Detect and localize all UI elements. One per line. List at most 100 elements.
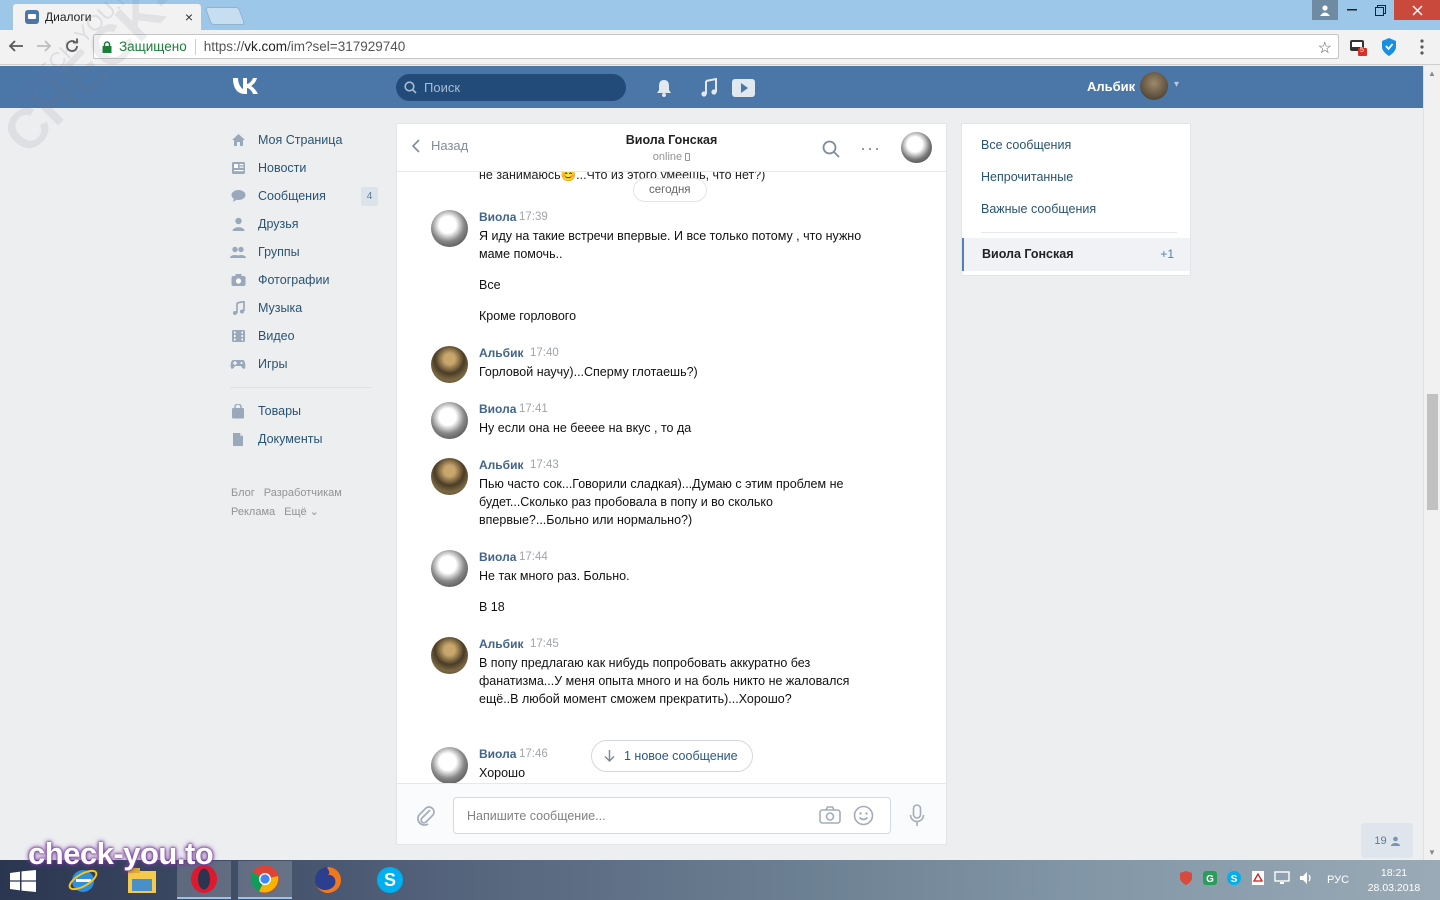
restore-icon[interactable] (1366, 0, 1394, 20)
window-close-icon[interactable] (1394, 0, 1440, 20)
message-line: Горловой научу)...Сперму глотаешь?) (479, 365, 698, 379)
message-time[interactable]: 17:44 (519, 551, 548, 563)
bookmark-star-icon[interactable]: ☆ (1318, 38, 1332, 58)
author-avatar[interactable] (431, 210, 468, 247)
windows-start-icon[interactable] (10, 870, 36, 892)
author-avatar[interactable] (431, 637, 468, 674)
sidebar-item-video[interactable]: Видео (230, 322, 380, 350)
extension-icon[interactable]: 5 (1349, 37, 1369, 57)
firefox-icon[interactable] (301, 861, 355, 899)
reload-icon[interactable] (64, 38, 82, 56)
search-input[interactable]: Поиск (396, 74, 626, 101)
scroll-up-icon[interactable]: ▲ (1428, 69, 1436, 78)
message-time[interactable]: 17:46 (519, 748, 548, 760)
online-friends-widget[interactable]: 19 (1361, 823, 1413, 858)
sidebar-item-my-page[interactable]: Моя Страница (230, 126, 380, 154)
extension-badge: 5 (1360, 47, 1364, 54)
chrome-icon[interactable] (238, 861, 292, 899)
dialog-search-icon[interactable] (822, 140, 840, 158)
message-time[interactable]: 17:41 (519, 403, 548, 415)
message-time[interactable]: 17:40 (530, 347, 559, 359)
message-history[interactable]: не занимаюсь😊...Что из этого умеешь, что… (397, 172, 946, 783)
footer-link-developers[interactable]: Разработчикам (264, 487, 342, 499)
windows-taskbar: S G S РУС 18:21 28.03.2018 (0, 860, 1440, 900)
scrollbar-thumb[interactable] (1427, 394, 1438, 510)
new-tab-button[interactable] (204, 7, 246, 25)
profile-icon[interactable] (1312, 0, 1338, 20)
more-actions-icon[interactable]: ··· (860, 138, 881, 159)
filter-unread[interactable]: Непрочитанные (981, 170, 1073, 184)
skype-tray-icon[interactable]: S (1226, 870, 1242, 886)
window-controls (1312, 0, 1440, 22)
sidebar-item-friends[interactable]: Друзья (230, 210, 380, 238)
sidebar-item-documents[interactable]: Документы (230, 425, 380, 453)
groups-icon (230, 244, 246, 260)
author-avatar[interactable] (431, 402, 468, 439)
volume-tray-icon[interactable] (1298, 870, 1314, 886)
play-icon[interactable] (732, 78, 755, 98)
author-avatar[interactable] (431, 346, 468, 383)
address-bar[interactable]: Защищено https://vk.com/im?sel=317929740… (93, 34, 1339, 59)
pdf-tray-icon[interactable] (1250, 870, 1266, 886)
sidebar-item-games[interactable]: Игры (230, 350, 380, 378)
bell-icon[interactable] (655, 78, 675, 98)
sidebar-item-messages[interactable]: Сообщения 4 (230, 182, 380, 210)
back-arrow-icon[interactable] (8, 38, 26, 56)
taskbar-clock[interactable]: 18:21 28.03.2018 (1366, 866, 1422, 896)
author-name[interactable]: Альбик (479, 458, 523, 472)
page-scrollbar[interactable]: ▲ ▼ (1423, 66, 1440, 860)
peer-avatar[interactable] (901, 132, 932, 163)
microphone-icon[interactable] (909, 804, 925, 828)
skype-icon[interactable]: S (363, 861, 417, 899)
footer-link-ads[interactable]: Реклама (231, 506, 275, 518)
g-tray-icon[interactable]: G (1202, 870, 1218, 886)
sidebar-item-music[interactable]: Музыка (230, 294, 380, 322)
message-time[interactable]: 17:39 (519, 211, 548, 223)
peer-status-text: online (652, 151, 683, 163)
input-language[interactable]: РУС (1327, 874, 1349, 886)
author-name[interactable]: Виола (479, 210, 516, 224)
paperclip-icon[interactable] (416, 804, 436, 826)
sidebar-item-photos[interactable]: Фотографии (230, 266, 380, 294)
music-icon[interactable] (700, 78, 720, 98)
header-avatar[interactable] (1140, 72, 1168, 100)
chevron-down-icon[interactable]: ▾ (1174, 79, 1179, 90)
header-user-name[interactable]: Альбик (1087, 79, 1135, 94)
author-name[interactable]: Виола (479, 550, 516, 564)
sidebar-item-goods[interactable]: Товары (230, 397, 380, 425)
home-icon (230, 132, 246, 148)
footer-link-blog[interactable]: Блог (231, 487, 255, 499)
chrome-menu-icon[interactable] (1414, 37, 1434, 57)
author-avatar[interactable] (431, 550, 468, 587)
scroll-down-icon[interactable]: ▼ (1428, 848, 1436, 857)
minimize-icon[interactable] (1338, 0, 1366, 20)
emoji-icon[interactable] (853, 805, 874, 826)
author-avatar[interactable] (431, 458, 468, 495)
author-avatar[interactable] (431, 747, 468, 783)
browser-tab[interactable]: Диалоги × (12, 3, 202, 30)
author-name[interactable]: Виола (479, 747, 516, 761)
message-input-placeholder: Напишите сообщение... (467, 808, 606, 823)
footer-link-more[interactable]: Ещё ⌄ (284, 506, 319, 518)
author-name[interactable]: Виола (479, 402, 516, 416)
forward-arrow-icon[interactable] (36, 38, 54, 56)
new-message-label: 1 новое сообщение (624, 749, 738, 763)
message-time[interactable]: 17:45 (530, 638, 559, 650)
shield-extension-icon[interactable] (1380, 37, 1400, 57)
vk-logo[interactable] (231, 76, 265, 96)
message-time[interactable]: 17:43 (530, 459, 559, 471)
sidebar-item-news[interactable]: Новости (230, 154, 380, 182)
author-name[interactable]: Альбик (479, 637, 523, 651)
filter-all-messages[interactable]: Все сообщения (981, 138, 1071, 152)
sidebar-item-label: Фотографии (258, 273, 330, 287)
new-message-button[interactable]: 1 новое сообщение (591, 740, 753, 772)
tab-close-icon[interactable]: × (185, 9, 193, 25)
url-text: https://vk.com/im?sel=317929740 (204, 39, 406, 54)
author-name[interactable]: Альбик (479, 346, 523, 360)
sidebar-item-groups[interactable]: Группы (230, 238, 380, 266)
shield-tray-icon[interactable] (1178, 870, 1194, 886)
selected-dialog-item[interactable]: Виола Гонская +1 (962, 238, 1190, 271)
filter-important[interactable]: Важные сообщения (981, 202, 1096, 216)
network-tray-icon[interactable] (1274, 870, 1290, 886)
camera-icon[interactable] (819, 805, 841, 825)
